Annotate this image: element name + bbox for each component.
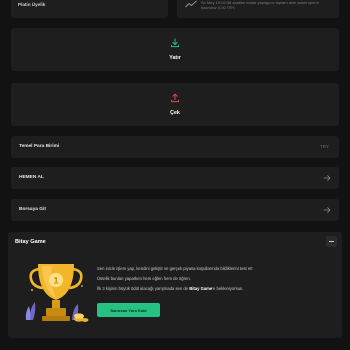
arrow-right-icon bbox=[323, 175, 331, 181]
game-cta-button[interactable]: Sanırsan Yara Kald bbox=[97, 303, 160, 317]
base-currency-value: TRY bbox=[319, 144, 329, 149]
trend-chart-icon bbox=[185, 0, 197, 8]
game-line-2: Üstelik bunları yaparken hem eğlen hem d… bbox=[97, 276, 191, 282]
account-page: Platin Üyelik Sn Mey 19:04:38 saatine ka… bbox=[0, 0, 350, 350]
upload-icon bbox=[171, 93, 179, 103]
withdraw-button[interactable]: Çek bbox=[11, 83, 339, 126]
game-line-3-pre: İlk 3 kişinin büyük ödül alacağı yarışma… bbox=[97, 286, 190, 292]
bitay-game-card: Bitay Game 1 Sen inicle işlem yap, kendi… bbox=[8, 232, 342, 338]
deposit-button[interactable]: Yatır bbox=[11, 28, 339, 71]
game-line-3: İlk 3 kişinin büyük ödül alacağı yarışma… bbox=[97, 286, 337, 292]
collapse-button[interactable] bbox=[326, 236, 337, 247]
download-icon bbox=[171, 38, 179, 48]
trading-volume-note: Sn Mey 19:04:38 saatine kadar yapılgınız… bbox=[201, 0, 319, 11]
game-description: Sen inicle işlem yap, kendini geliştir v… bbox=[97, 266, 337, 297]
go-to-exchange-row[interactable]: Borsaya Git bbox=[11, 199, 339, 221]
arrow-right-icon bbox=[323, 207, 331, 213]
trophy-illustration: 1 bbox=[25, 264, 89, 322]
withdraw-label: Çek bbox=[170, 110, 180, 116]
game-line-1: Sen inicle işlem yap, kendini geliştir v… bbox=[97, 266, 253, 271]
trading-volume-card: Sn Mey 19:04:38 saatine kadar yapılgınız… bbox=[177, 0, 339, 18]
membership-label: Platin Üyelik bbox=[18, 2, 46, 7]
game-line-3-bold: Bitay Game bbox=[189, 286, 213, 292]
base-currency-label: Temel Para Birimi bbox=[19, 144, 60, 149]
game-title: Bitay Game bbox=[15, 239, 46, 245]
buy-now-label: HEMEN AL bbox=[19, 175, 44, 180]
base-currency-row[interactable]: Temel Para Birimi TRY bbox=[11, 136, 339, 158]
game-line-3-post: 'e bekleniyorsun. bbox=[212, 286, 244, 292]
trophy-rank-number: 1 bbox=[53, 276, 58, 286]
buy-now-row[interactable]: HEMEN AL bbox=[11, 167, 339, 189]
go-to-exchange-label: Borsaya Git bbox=[19, 207, 46, 212]
membership-card[interactable]: Platin Üyelik bbox=[11, 0, 168, 18]
deposit-label: Yatır bbox=[169, 55, 181, 61]
